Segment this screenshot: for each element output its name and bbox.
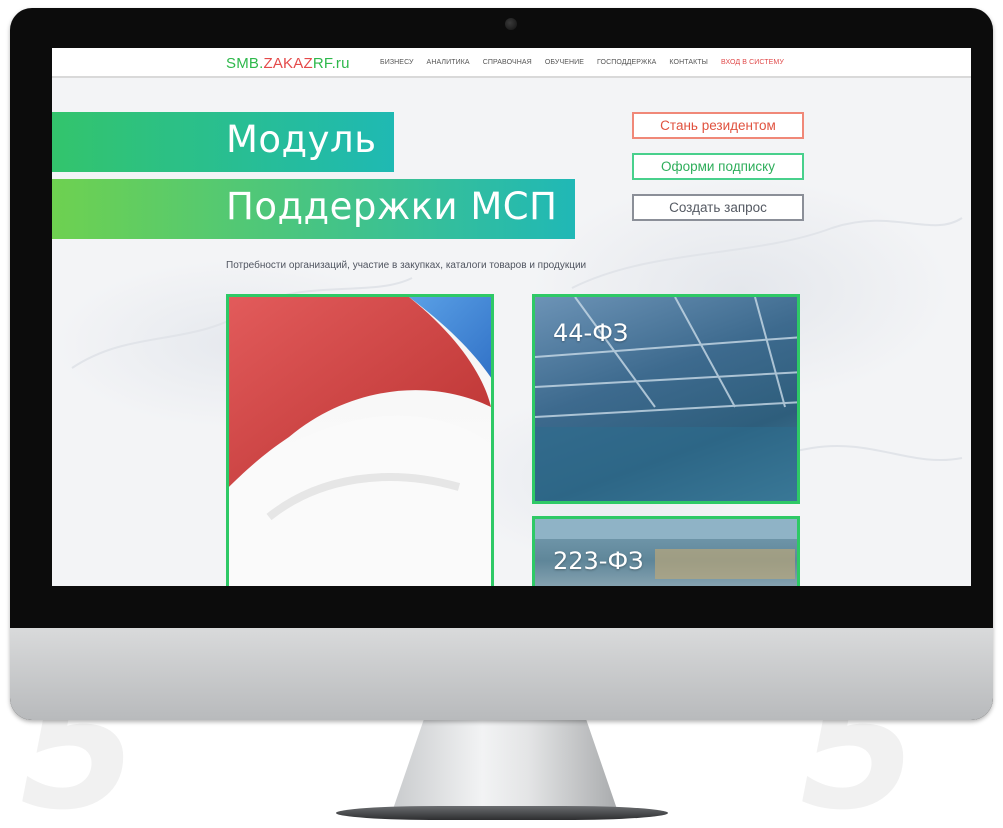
logo-part: RF: [312, 55, 332, 72]
hero-banner-line2: Поддержки МСП: [52, 179, 575, 239]
nav-item-contacts[interactable]: КОНТАКТЫ: [669, 59, 708, 66]
monitor-stand: [392, 720, 618, 812]
flag-card[interactable]: [226, 294, 494, 586]
logo-part: SMB.: [226, 55, 264, 72]
fz44-title: 44-ФЗ: [553, 319, 629, 347]
login-link[interactable]: ВХОД В СИСТЕМУ: [721, 59, 784, 66]
hero-title-line1: Модуль: [226, 118, 377, 161]
become-resident-button[interactable]: Стань резидентом: [632, 112, 804, 139]
monitor-stand-base: [336, 806, 668, 820]
subscribe-button[interactable]: Оформи подписку: [632, 153, 804, 180]
hero-title-line2: Поддержки МСП: [226, 185, 558, 228]
hero-banner-line1: Модуль: [52, 112, 394, 172]
fz44-card[interactable]: 44-ФЗ: [532, 294, 800, 504]
camera-icon: [505, 18, 517, 30]
create-request-button[interactable]: Создать запрос: [632, 194, 804, 221]
nav-item-reference[interactable]: СПРАВОЧНАЯ: [483, 59, 532, 66]
hero-subtitle: Потребности организаций, участие в закуп…: [226, 260, 587, 271]
logo-part: ZAKAZ: [263, 55, 313, 72]
nav-item-training[interactable]: ОБУЧЕНИЕ: [545, 59, 584, 66]
nav-item-analytics[interactable]: АНАЛИТИКА: [427, 59, 470, 66]
monitor-chin: [10, 628, 993, 720]
logo-part: .ru: [331, 55, 350, 72]
screen: SMB.ZAKAZRF.ru БИЗНЕСУ АНАЛИТИКА СПРАВОЧ…: [52, 48, 971, 586]
flag-illustration: [229, 297, 491, 586]
fz223-card[interactable]: 223-ФЗ: [532, 516, 800, 586]
nav-links: БИЗНЕСУ АНАЛИТИКА СПРАВОЧНАЯ ОБУЧЕНИЕ ГО…: [380, 59, 784, 66]
top-nav: SMB.ZAKAZRF.ru БИЗНЕСУ АНАЛИТИКА СПРАВОЧ…: [52, 48, 971, 78]
site-logo[interactable]: SMB.ZAKAZRF.ru: [226, 55, 350, 72]
nav-item-gov-support[interactable]: ГОСПОДДЕРЖКА: [597, 59, 656, 66]
nav-item-business[interactable]: БИЗНЕСУ: [380, 59, 414, 66]
fz223-title: 223-ФЗ: [553, 547, 644, 575]
